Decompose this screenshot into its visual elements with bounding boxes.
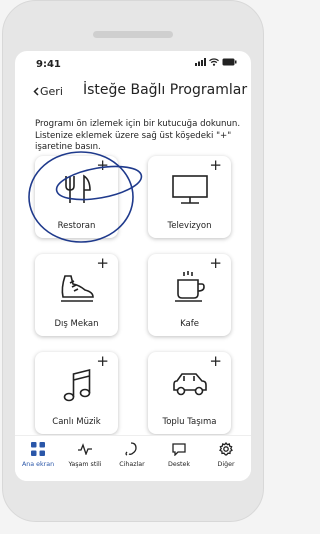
signal-icon (195, 58, 206, 66)
tile-label: Kafe (180, 319, 199, 329)
tile-label: Televizyon (167, 221, 212, 231)
add-public-transport-button[interactable]: + (209, 354, 222, 369)
grid-icon (31, 442, 45, 456)
tile-label: Restoran (57, 221, 96, 231)
add-outdoor-button[interactable]: + (96, 256, 109, 271)
shoe-icon (60, 275, 94, 302)
tab-more[interactable]: Diğer (203, 441, 249, 468)
tab-support[interactable]: Destek (156, 441, 202, 468)
car-icon (172, 373, 207, 396)
battery-icon (222, 58, 237, 66)
tile-label: Dış Mekan (54, 319, 99, 329)
tile-label: Toplu Taşıma (162, 417, 217, 427)
add-tv-button[interactable]: + (209, 158, 222, 173)
back-button[interactable]: Geri (33, 85, 63, 98)
gear-icon (219, 442, 233, 456)
add-cafe-button[interactable]: + (209, 256, 222, 271)
tab-label: Cihazlar (119, 461, 145, 468)
tab-devices[interactable]: Cihazlar (109, 441, 155, 468)
tv-icon (171, 175, 208, 204)
status-bar: 9:41 (15, 51, 251, 77)
add-live-music-button[interactable]: + (96, 354, 109, 369)
chevron-left-icon (33, 87, 39, 96)
tab-label: Destek (168, 461, 190, 468)
tile-label: Canlı Müzik (52, 417, 101, 427)
program-tile-restaurant[interactable]: + Restoran (35, 156, 118, 238)
phone-frame: 9:41 Geri İsteğe Bağlı Programlar Progra… (2, 0, 264, 522)
add-restaurant-button[interactable]: + (96, 158, 109, 173)
tab-label: Yaşam stili (68, 461, 102, 468)
program-tile-cafe[interactable]: + Kafe (148, 254, 231, 336)
program-tile-public-transport[interactable]: + Toplu Taşıma (148, 352, 231, 434)
tab-home[interactable]: Ana ekran (15, 441, 61, 468)
system-icons (195, 58, 237, 66)
tab-label: Diğer (217, 461, 235, 468)
chat-icon (172, 442, 186, 456)
app-screen: 9:41 Geri İsteğe Bağlı Programlar Progra… (15, 51, 251, 481)
pulse-icon (78, 443, 92, 455)
coffee-cup-icon (174, 271, 205, 302)
wifi-icon (209, 58, 219, 66)
program-tile-tv[interactable]: + Televizyon (148, 156, 231, 238)
back-label: Geri (40, 85, 63, 98)
music-note-icon (63, 368, 90, 402)
hearing-aid-icon (125, 442, 137, 456)
program-tile-outdoor[interactable]: + Dış Mekan (35, 254, 118, 336)
tab-label: Ana ekran (21, 461, 55, 468)
nav-bar: Geri İsteğe Bağlı Programlar (15, 79, 251, 107)
page-title: İsteğe Bağlı Programlar (83, 82, 248, 98)
tab-lifestyle[interactable]: Yaşam stili (62, 441, 108, 468)
speaker-slot (93, 31, 173, 38)
fork-knife-icon (64, 174, 91, 203)
tab-bar: Ana ekran Yaşam stili Cihazlar Destek Di… (15, 435, 251, 481)
program-tile-live-music[interactable]: + Canlı Müzik (35, 352, 118, 434)
instructions-text: Programı ön izlemek için bir kutucuğa do… (35, 119, 241, 152)
status-time: 9:41 (36, 59, 61, 70)
